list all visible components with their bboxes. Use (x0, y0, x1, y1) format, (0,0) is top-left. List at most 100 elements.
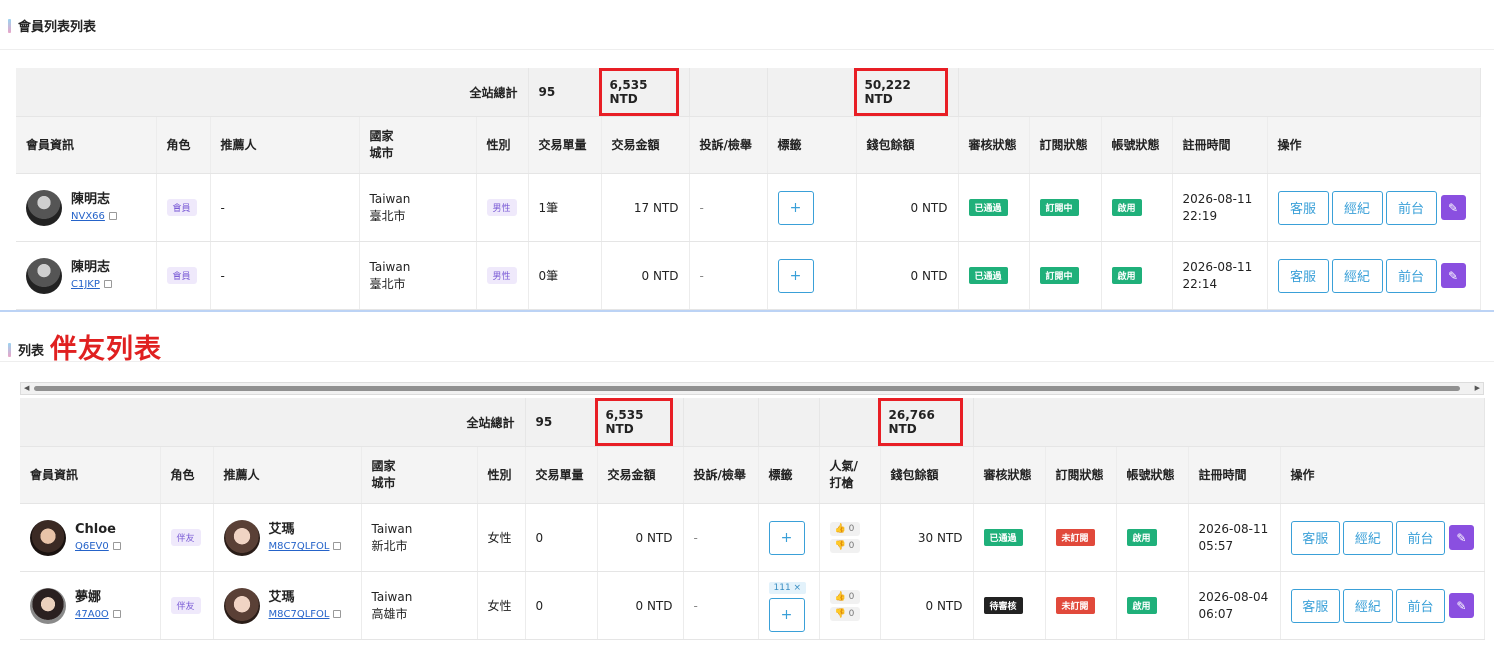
col-actions: 操作 (1280, 446, 1485, 504)
avatar[interactable] (26, 257, 62, 294)
add-tag-button[interactable]: + (777, 258, 814, 293)
agent-button[interactable]: 經紀 (1343, 520, 1393, 555)
referrer: - (210, 241, 360, 310)
edit-icon[interactable]: ✎ (1449, 593, 1474, 618)
location: Taiwan 高雄市 (361, 571, 478, 640)
service-button[interactable]: 客服 (1290, 520, 1341, 555)
agent-button[interactable]: 經紀 (1331, 258, 1383, 293)
referrer-code-link[interactable]: M8C7QLFOL (269, 541, 330, 552)
copy-icon[interactable] (108, 212, 117, 220)
edit-icon[interactable]: ✎ (1449, 525, 1474, 550)
subscription-status-badge: 未訂閱 (1055, 529, 1095, 546)
dislikes-chip: 👎 0 (829, 539, 860, 553)
col-tags: 標籤 (767, 116, 857, 174)
member-code-link[interactable]: C1JKP (71, 279, 100, 290)
col-wallet: 錢包餘額 (856, 116, 959, 174)
copy-icon[interactable] (112, 542, 121, 550)
avatar[interactable] (26, 189, 62, 226)
gender-badge: 男性 (486, 267, 517, 284)
frontend-button[interactable]: 前台 (1395, 588, 1446, 623)
copy-icon[interactable] (333, 542, 342, 550)
location: Taiwan 臺北市 (359, 173, 477, 242)
avatar[interactable] (30, 587, 66, 624)
col-registered: 註冊時間 (1172, 116, 1268, 174)
account-status-badge: 啟用 (1111, 267, 1142, 284)
col-review: 審核狀態 (958, 116, 1030, 174)
referrer: - (210, 173, 360, 242)
member-name: 夢娜 (75, 590, 102, 605)
referrer-code-link[interactable]: M8C7QLFOL (269, 609, 330, 620)
agent-button[interactable]: 經紀 (1343, 588, 1393, 623)
registered-time: 2026-08-11 22:19 (1172, 173, 1268, 242)
referrer-name: 艾瑪 (268, 590, 295, 605)
dislikes-chip: 👎 0 (829, 607, 860, 621)
account-status-badge: 啟用 (1126, 529, 1157, 546)
gender: 女性 (477, 571, 526, 640)
subscription-status-badge: 未訂閱 (1055, 597, 1095, 614)
location: Taiwan 臺北市 (359, 241, 477, 310)
table-row: 夢娜 47A0O 伴友 艾瑪 M8C7QLFOL Taiwan 高雄市 女性 0 … (20, 571, 1485, 640)
referrer-avatar[interactable] (223, 519, 260, 556)
col-registered: 註冊時間 (1188, 446, 1281, 504)
panel-header: 會員列表列表 (0, 0, 1494, 50)
col-wallet: 錢包餘額 (880, 446, 974, 504)
member-list-panel: 會員列表列表 全站總計 95 6,535 NTD 50,222 NTD 會員資訊… (0, 0, 1494, 310)
col-popularity: 人氣/打槍 (819, 446, 881, 504)
col-tx-count: 交易單量 (525, 446, 598, 504)
service-button[interactable]: 客服 (1277, 258, 1329, 293)
member-name: Chloe (75, 522, 116, 537)
account-status-badge: 啟用 (1111, 199, 1142, 216)
tx-amount: 0 NTD (597, 503, 684, 572)
referrer-name: 艾瑪 (268, 522, 295, 537)
col-referrer: 推薦人 (213, 446, 362, 504)
member-table: 全站總計 95 6,535 NTD 50,222 NTD 會員資訊 角色 推薦人… (16, 68, 1481, 310)
scroll-left-icon[interactable]: ◀ (24, 384, 29, 392)
role-badge: 伴友 (170, 597, 201, 614)
avatar[interactable] (30, 519, 66, 556)
wallet: 0 NTD (856, 173, 959, 242)
col-tx-amount: 交易金額 (597, 446, 684, 504)
summary-wallet-cell: 50,222 NTD (853, 68, 959, 117)
companion-list-heading: 伴友列表 (50, 334, 163, 365)
frontend-button[interactable]: 前台 (1395, 520, 1446, 555)
gender-badge: 男性 (486, 199, 517, 216)
agent-button[interactable]: 經紀 (1331, 190, 1383, 225)
frontend-button[interactable]: 前台 (1385, 190, 1437, 225)
panel-title: 會員列表列表 (8, 16, 96, 35)
service-button[interactable]: 客服 (1277, 190, 1329, 225)
tx-amount: 0 NTD (601, 241, 690, 310)
referrer-avatar[interactable] (223, 587, 260, 624)
header-row: 會員資訊 角色 推薦人 國家 城市 性別 交易單量 交易金額 投訴/檢舉 標籤 錢… (16, 116, 1481, 174)
complaint: - (689, 173, 768, 242)
member-code-link[interactable]: 47A0O (75, 609, 109, 620)
frontend-button[interactable]: 前台 (1385, 258, 1437, 293)
service-button[interactable]: 客服 (1290, 588, 1341, 623)
thumbs-down-icon: 👎 (834, 609, 846, 619)
complaint: - (683, 503, 759, 572)
copy-icon[interactable] (333, 610, 342, 618)
member-code-link[interactable]: NVX66 (71, 211, 105, 222)
edit-icon[interactable]: ✎ (1440, 195, 1466, 220)
scroll-thumb[interactable] (34, 386, 1460, 391)
edit-icon[interactable]: ✎ (1440, 263, 1466, 288)
add-tag-button[interactable]: + (768, 520, 805, 555)
col-complaint: 投訴/檢舉 (689, 116, 768, 174)
col-complaint: 投訴/檢舉 (683, 446, 759, 504)
likes-chip: 👍 0 (829, 522, 860, 536)
copy-icon[interactable] (103, 280, 112, 288)
member-code-link[interactable]: Q6EV0 (75, 541, 109, 552)
panel-title-text: 列表 (18, 344, 45, 359)
horizontal-scrollbar[interactable]: ◀ ▶ (20, 382, 1484, 395)
summary-amount: 6,535 NTD (598, 68, 679, 116)
copy-icon[interactable] (112, 610, 121, 618)
account-status-badge: 啟用 (1126, 597, 1157, 614)
gender: 女性 (477, 503, 526, 572)
add-tag-button[interactable]: + (777, 190, 814, 225)
table-row: 陳明志 C1JKP 會員 - Taiwan 臺北市 男性 0筆 0 NTD - +… (16, 241, 1481, 310)
complaint: - (683, 571, 759, 640)
companion-list-panel: 列表 伴友列表 ◀ ▶ 全站總計 95 6,535 NTD 26,766 NTD… (0, 310, 1494, 651)
scroll-right-icon[interactable]: ▶ (1475, 384, 1480, 392)
tag-chip[interactable]: 111 × (768, 582, 807, 594)
add-tag-button[interactable]: + (768, 598, 805, 632)
summary-row: 全站總計 95 6,535 NTD 26,766 NTD (20, 398, 1485, 447)
